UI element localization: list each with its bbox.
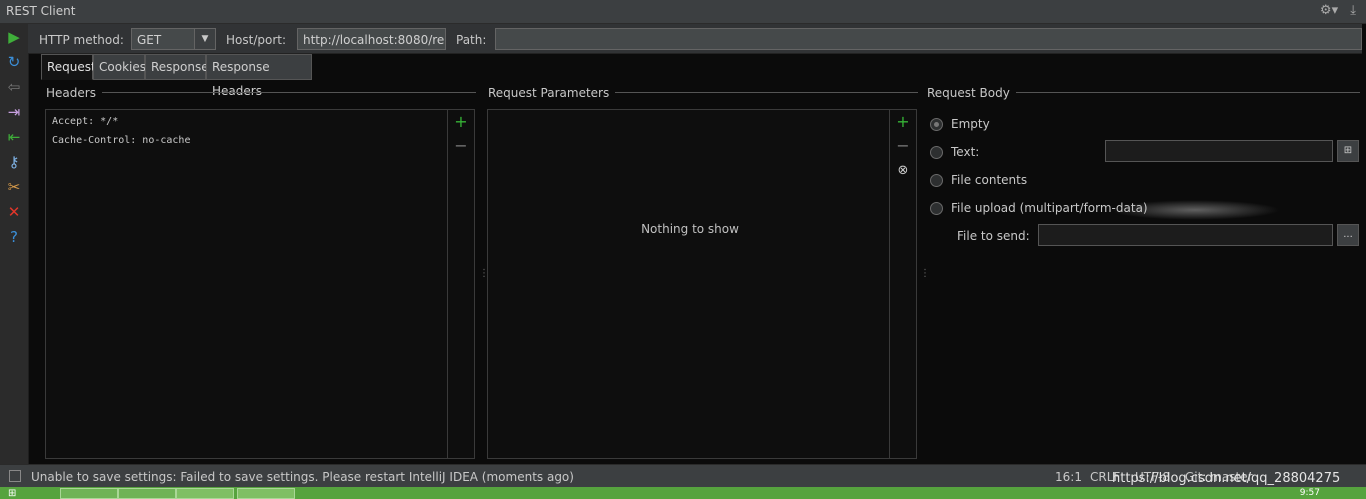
tab-response[interactable]: Response bbox=[145, 54, 209, 80]
splitter-handle[interactable]: ⋮ bbox=[920, 268, 930, 279]
params-empty-text: Nothing to show bbox=[641, 222, 739, 236]
headers-panel: Accept: */* Cache-Control: no-cache + − bbox=[45, 109, 475, 459]
taskbar-app-item[interactable] bbox=[118, 488, 176, 499]
os-taskbar: ⊞ 9:57 bbox=[0, 487, 1366, 499]
body-file-contents-radio[interactable] bbox=[930, 174, 943, 187]
body-empty-radio[interactable] bbox=[930, 118, 943, 131]
tab-cookies[interactable]: Cookies bbox=[93, 54, 146, 80]
body-empty-label: Empty bbox=[951, 117, 990, 131]
gear-icon[interactable]: ⚙▾ bbox=[1320, 3, 1338, 18]
http-method-label: HTTP method: bbox=[39, 33, 124, 47]
generate-auth-icon[interactable]: ⚷ bbox=[5, 153, 23, 171]
tab-response-headers[interactable]: Response Headers bbox=[206, 54, 312, 98]
header-row[interactable]: Accept: */* bbox=[52, 116, 118, 127]
header-row[interactable]: Cache-Control: no-cache bbox=[52, 135, 190, 146]
remove-header-icon[interactable]: − bbox=[453, 138, 469, 154]
taskbar-app-item[interactable] bbox=[60, 488, 118, 499]
windows-start-icon[interactable]: ⊞ bbox=[8, 489, 38, 499]
body-file-upload-radio[interactable] bbox=[930, 202, 943, 215]
tool-window-controls: ⚙▾ ⤓ bbox=[1320, 3, 1356, 18]
taskbar-clock[interactable]: 9:57 bbox=[1300, 488, 1320, 498]
body-file-upload-label: File upload (multipart/form-data) bbox=[951, 201, 1148, 215]
taskbar-app-item[interactable] bbox=[237, 488, 295, 499]
watermark-text: https://blog.csdn.net/qq_28804275 bbox=[1112, 471, 1341, 486]
browse-file-button[interactable]: ... bbox=[1337, 224, 1359, 246]
body-title: Request Body bbox=[927, 86, 1016, 100]
host-port-input[interactable]: http://localhost:8080/re bbox=[297, 28, 446, 50]
back-icon[interactable]: ⇦ bbox=[5, 78, 23, 96]
headers-divider bbox=[46, 92, 476, 93]
close-icon[interactable]: ✕ bbox=[5, 203, 23, 221]
body-text-label: Text: bbox=[951, 145, 980, 159]
params-title: Request Parameters bbox=[488, 86, 616, 100]
path-label: Path: bbox=[456, 33, 487, 47]
help-icon[interactable]: ? bbox=[5, 228, 23, 246]
http-method-select[interactable]: GET ▼ bbox=[131, 28, 216, 50]
headers-title: Headers bbox=[46, 86, 102, 100]
http-method-value: GET bbox=[137, 33, 162, 47]
params-side-toolbar: + − ⊗ bbox=[889, 110, 916, 458]
clear-params-icon[interactable]: ⊗ bbox=[895, 163, 911, 179]
body-text-radio[interactable] bbox=[930, 146, 943, 159]
run-icon[interactable]: ▶ bbox=[5, 28, 23, 46]
tool-window-header: REST Client ⚙▾ ⤓ bbox=[0, 0, 1366, 24]
chevron-down-icon[interactable]: ▼ bbox=[194, 29, 215, 49]
body-file-contents-label: File contents bbox=[951, 173, 1028, 187]
add-param-icon[interactable]: + bbox=[895, 114, 911, 130]
hide-icon[interactable]: ⤓ bbox=[1350, 3, 1356, 18]
import-request-icon[interactable]: ⇤ bbox=[5, 128, 23, 146]
body-text-input[interactable] bbox=[1105, 140, 1333, 162]
params-panel: Nothing to show + − ⊗ bbox=[487, 109, 917, 459]
vertical-toolbar: ▶ ↻ ⇦ ⇥ ⇤ ⚷ ✂ ✕ ? bbox=[0, 24, 29, 464]
file-to-send-input[interactable] bbox=[1038, 224, 1333, 246]
request-toolbar: HTTP method: GET ▼ Host/port: http://loc… bbox=[28, 24, 1362, 54]
remove-param-icon[interactable]: − bbox=[895, 138, 911, 154]
tab-request[interactable]: Request bbox=[41, 54, 96, 80]
headers-side-toolbar: + − bbox=[447, 110, 474, 458]
add-header-icon[interactable]: + bbox=[453, 114, 469, 130]
settings-tools-icon[interactable]: ✂ bbox=[5, 178, 23, 196]
host-port-value: http://localhost:8080/re bbox=[303, 33, 445, 47]
tool-window-title: REST Client bbox=[6, 4, 76, 18]
refresh-icon[interactable]: ↻ bbox=[5, 53, 23, 71]
taskbar-app-item[interactable] bbox=[176, 488, 234, 499]
status-message[interactable]: Unable to save settings: Failed to save … bbox=[31, 470, 574, 484]
file-to-send-label: File to send: bbox=[957, 229, 1030, 243]
expand-text-icon[interactable]: ⊞ bbox=[1337, 140, 1359, 162]
toggle-tool-windows-icon[interactable] bbox=[9, 470, 21, 482]
host-port-label: Host/port: bbox=[226, 33, 287, 47]
path-input[interactable] bbox=[495, 28, 1362, 50]
export-request-icon[interactable]: ⇥ bbox=[5, 103, 23, 121]
caret-position[interactable]: 16:1 bbox=[1055, 470, 1082, 484]
